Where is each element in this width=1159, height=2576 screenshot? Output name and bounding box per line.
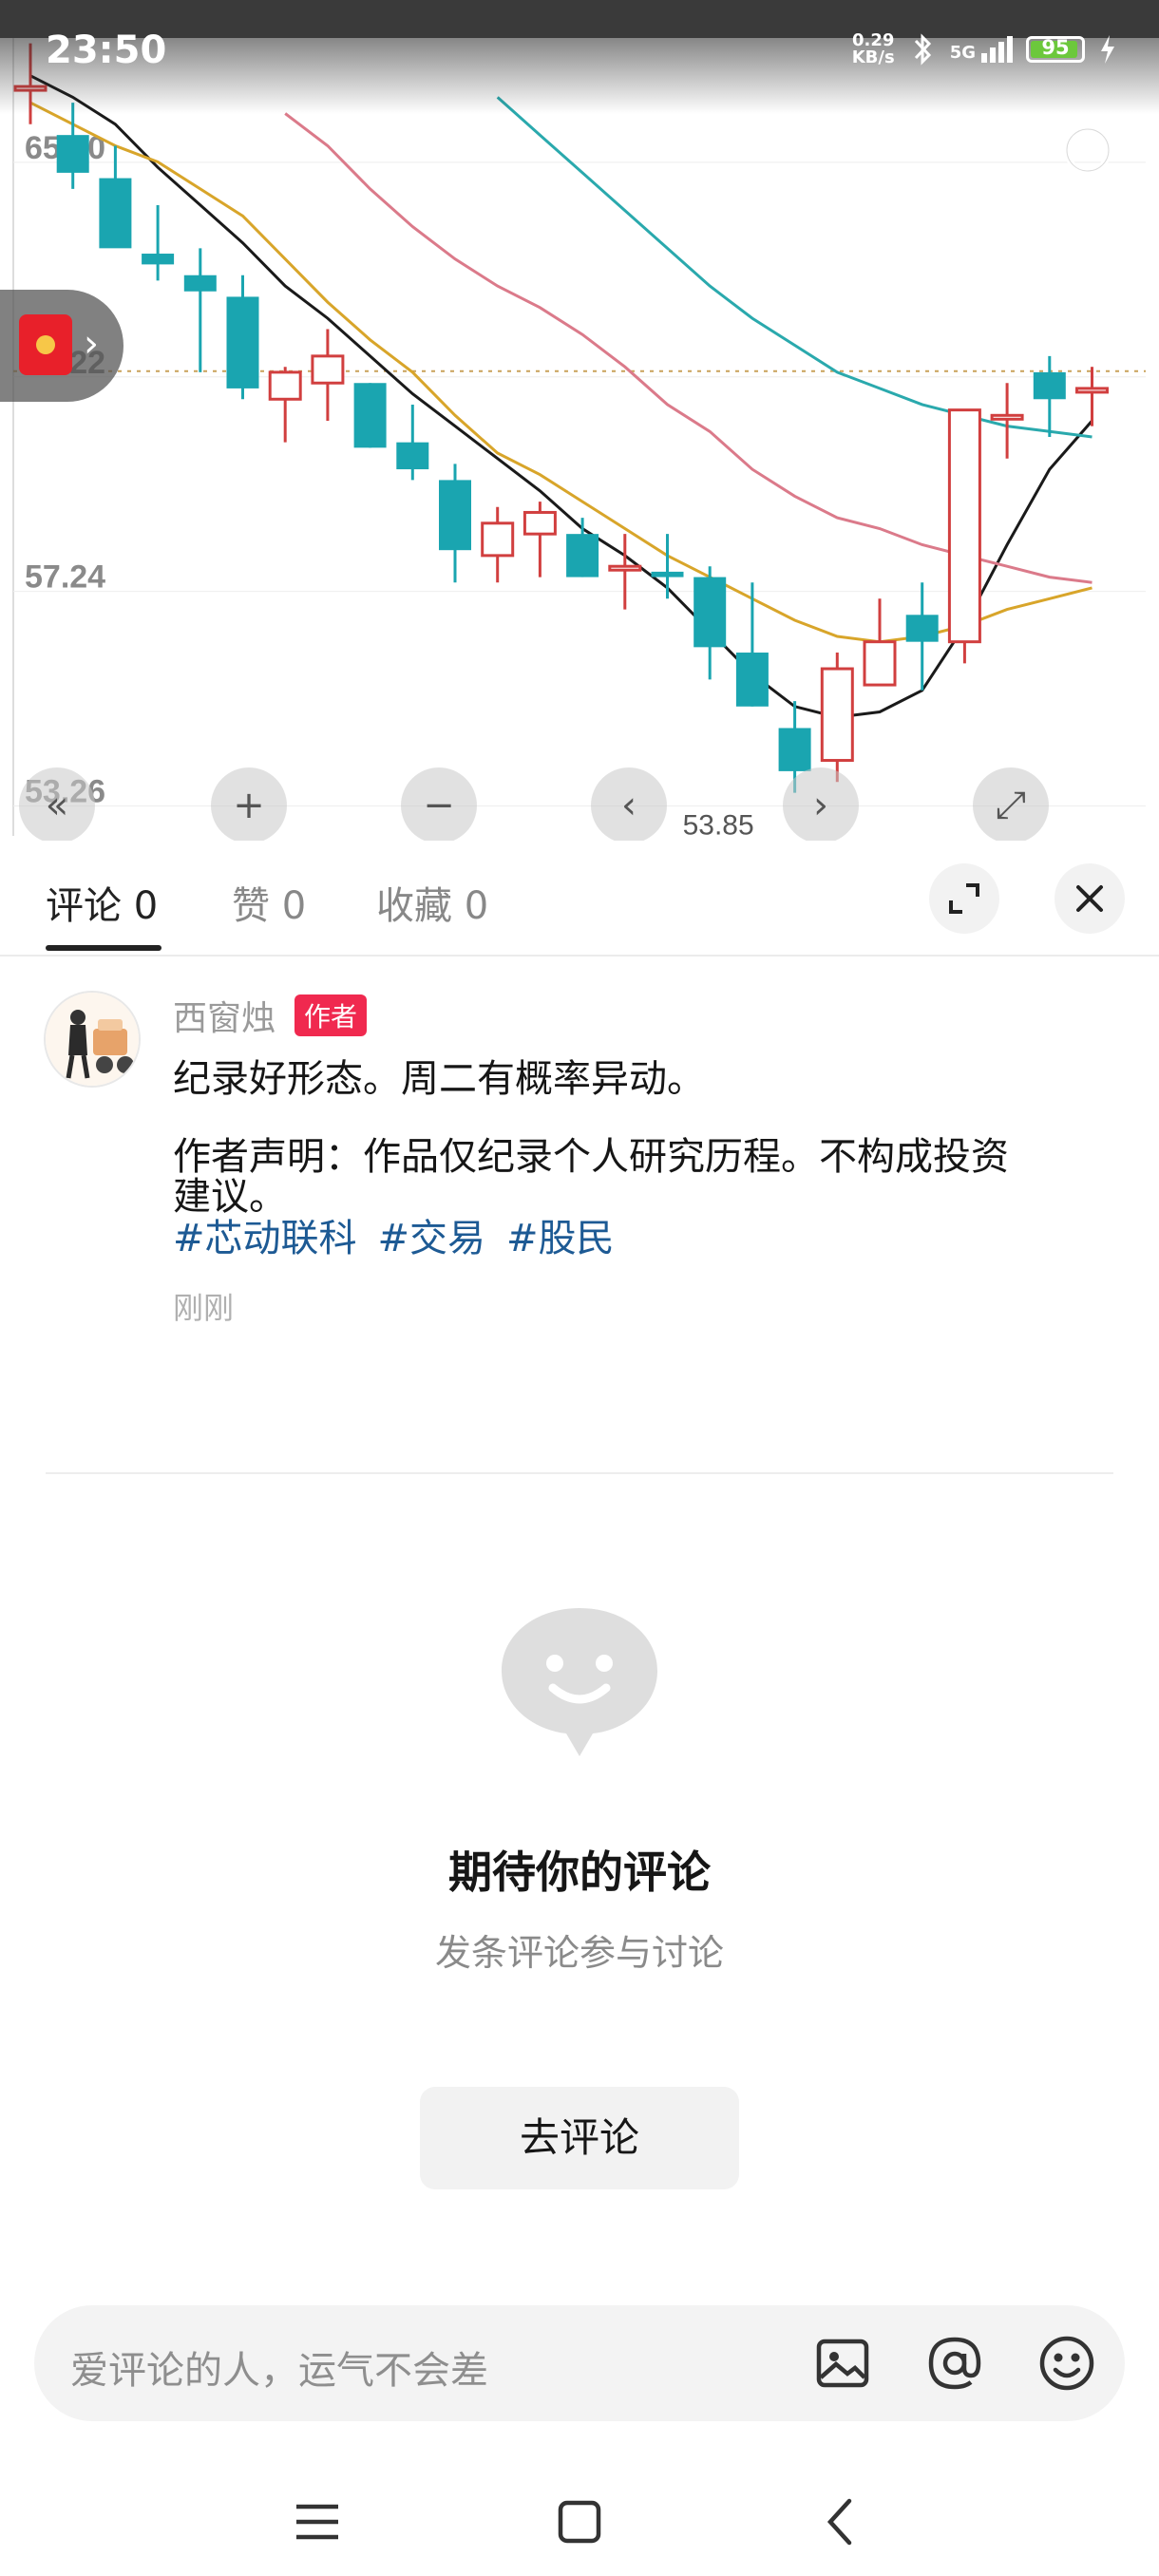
comment-time: 刚刚 xyxy=(173,1290,235,1326)
chart-y-tick-label: 57.24 xyxy=(25,559,105,596)
chart-low-label: 53.85 xyxy=(683,810,754,841)
empty-state-subtitle: 发条评论参与讨论 xyxy=(434,1932,724,1974)
author-badge: 作者 xyxy=(294,994,368,1036)
chart-candle-body xyxy=(735,653,769,707)
hashtag[interactable]: #股民 xyxy=(506,1217,615,1260)
smile-bubble-icon xyxy=(502,1608,657,1756)
search-button[interactable] xyxy=(1056,119,1132,195)
system-nav-bar xyxy=(0,2493,1159,2576)
chart-candle-body xyxy=(608,564,642,572)
chart-candle-body xyxy=(396,442,429,470)
net-speed-unit: KB/s xyxy=(851,47,895,67)
avatar[interactable] xyxy=(44,991,141,1088)
chart-candle-body xyxy=(905,615,939,642)
chart-candle-body xyxy=(439,480,471,551)
empty-state-title: 期待你的评论 xyxy=(448,1847,711,1898)
chart-candle-body xyxy=(268,370,302,401)
tab-favorites[interactable]: 收藏 0 xyxy=(376,875,488,930)
bluetooth-icon xyxy=(914,33,931,66)
chart-candle-body xyxy=(311,354,345,385)
charging-icon xyxy=(1101,35,1114,64)
tab-favorites-count: 0 xyxy=(464,884,489,928)
signal-label: 5G xyxy=(949,43,976,63)
author-name[interactable]: 西窗烛 xyxy=(173,991,276,1040)
tab-favorites-label: 收藏 xyxy=(376,884,452,928)
chart-candle-body xyxy=(99,178,132,249)
menu-icon[interactable] xyxy=(289,2493,346,2550)
image-icon[interactable] xyxy=(811,2332,874,2395)
kline-chart-svg: 65.2061.2257.2453.2653.85 xyxy=(0,0,1159,841)
tab-likes[interactable]: 赞 0 xyxy=(232,875,306,930)
tab-likes-count: 0 xyxy=(281,884,307,928)
battery-level: 95 xyxy=(1041,36,1070,59)
divider xyxy=(46,1472,1113,1474)
chevron-right-icon: › xyxy=(84,322,99,366)
chart-candle-body xyxy=(1075,387,1109,394)
chart-candle-body xyxy=(820,667,854,763)
go-comment-button[interactable]: 去评论 xyxy=(420,2087,739,2189)
chart-ma-line xyxy=(29,101,1092,644)
chart-next-button[interactable]: › xyxy=(783,767,859,841)
net-speed: 0.29 KB/s xyxy=(852,32,895,66)
chart-candle-body xyxy=(694,577,727,648)
emoji-icon[interactable] xyxy=(1036,2332,1098,2395)
chart-candle-body xyxy=(226,296,259,388)
search-icon xyxy=(1064,126,1125,187)
status-icons: 0.29 KB/s 5G 95 xyxy=(852,32,1117,66)
comment-line-2: 作者声明：作品仅纪录个人研究历程。不构成投资 xyxy=(173,1135,1009,1179)
comment-tabs: 评论 0 赞 0 收藏 0 xyxy=(0,841,1159,957)
chart-candle-body xyxy=(651,571,684,578)
chart-ma-line xyxy=(496,96,1092,439)
signal-icon: 5G xyxy=(950,36,1013,63)
avatar-image xyxy=(46,993,139,1086)
expand-button[interactable] xyxy=(929,863,999,934)
chart-candle-body xyxy=(481,521,515,558)
hashtag[interactable]: #交易 xyxy=(378,1217,486,1260)
tab-active-underline xyxy=(46,945,162,951)
chart-candle-body xyxy=(353,383,387,448)
chart-zoom-in-button[interactable]: + xyxy=(211,767,287,841)
red-packet-button[interactable]: › xyxy=(0,290,124,402)
chart-candle-body xyxy=(56,135,89,173)
chart-candle-body xyxy=(990,413,1024,421)
tab-comments[interactable]: 评论 0 xyxy=(46,875,158,930)
chart-candle-body xyxy=(947,408,981,644)
red-packet-icon xyxy=(19,314,72,375)
hashtag-list: #芯动联科 #交易 #股民 xyxy=(173,1207,636,1262)
chart-candle-body xyxy=(1033,371,1066,400)
at-icon[interactable] xyxy=(923,2332,986,2395)
chart-zoom-out-button[interactable]: − xyxy=(401,767,477,841)
chart-candle-body xyxy=(863,640,897,687)
kline-chart[interactable]: 65.2061.2257.2453.2653.85 23:50 0.29 KB/… xyxy=(0,0,1159,841)
tab-comments-label: 评论 xyxy=(46,884,122,928)
comment-sheet: 评论 0 赞 0 收藏 0 西窗烛 作者 纪录好形态。周二有概率异动。 作者声明… xyxy=(0,841,1159,2576)
comment-input[interactable]: 爱评论的人，运气不会差 xyxy=(34,2305,1125,2421)
status-time: 23:50 xyxy=(46,28,167,72)
chart-candle-body xyxy=(522,510,557,536)
tab-comments-count: 0 xyxy=(133,884,159,928)
close-button[interactable] xyxy=(1054,863,1125,934)
comment-line-1: 纪录好形态。周二有概率异动。 xyxy=(173,1057,705,1101)
chart-prev-button[interactable]: ‹ xyxy=(591,767,667,841)
chart-back-button[interactable]: « xyxy=(19,767,95,841)
tab-likes-label: 赞 xyxy=(232,884,270,928)
chart-candle-body xyxy=(142,254,175,265)
chart-candle-body xyxy=(778,728,811,771)
status-bar: 23:50 0.29 KB/s 5G 95 xyxy=(0,0,1159,104)
hashtag[interactable]: #芯动联科 xyxy=(173,1217,357,1260)
battery-icon: 95 xyxy=(1026,36,1085,63)
home-icon[interactable] xyxy=(551,2493,608,2550)
comment-input-placeholder: 爱评论的人，运气不会差 xyxy=(70,2349,488,2393)
chart-candle-body xyxy=(183,275,217,292)
back-icon[interactable] xyxy=(813,2493,870,2550)
chart-fullscreen-button[interactable]: ⤢ xyxy=(973,767,1049,841)
expand-icon xyxy=(949,883,979,914)
close-icon xyxy=(1076,885,1103,912)
chart-candle-body xyxy=(566,534,599,578)
